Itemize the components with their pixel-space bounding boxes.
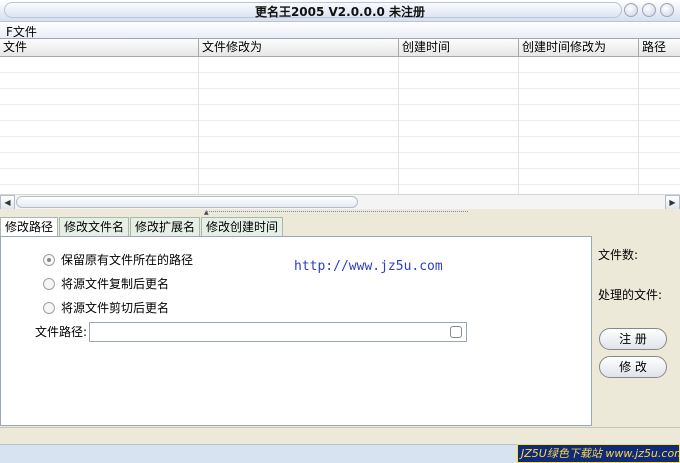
processed-files-label: 处理的文件: — [598, 288, 663, 302]
modify-button[interactable]: 修 改 — [599, 356, 667, 378]
scroll-right-icon[interactable]: ▶ — [665, 195, 680, 210]
tab-modify-created-time[interactable]: 修改创建时间 — [201, 217, 284, 236]
table-header: 文件 文件修改为 创建时间 创建时间修改为 路径 — [0, 39, 680, 57]
column-header-rename-to[interactable]: 文件修改为 — [199, 39, 399, 57]
tab-strip: 修改路径 修改文件名 修改扩展名 修改创建时间 — [0, 217, 284, 236]
watermark-badge: JZ5U绿色下载站 www.jz5u.com — [517, 444, 680, 463]
browse-icon[interactable] — [450, 326, 462, 338]
tab-modify-filename[interactable]: 修改文件名 — [59, 217, 130, 236]
register-button[interactable]: 注 册 — [599, 328, 667, 350]
column-divider — [398, 57, 399, 194]
horizontal-scrollbar[interactable]: ◀ ▶ — [0, 194, 680, 210]
path-options-panel: 保留原有文件所在的路径 将源文件复制后更名 将源文件剪切后更名 http://w… — [0, 236, 592, 426]
radio-button[interactable] — [43, 301, 55, 314]
column-header-created[interactable]: 创建时间 — [399, 39, 519, 57]
menu-bar: F文件 — [0, 22, 680, 39]
column-header-path[interactable]: 路径 — [639, 39, 680, 57]
website-url[interactable]: http://www.jz5u.com — [294, 259, 443, 274]
tab-modify-extension[interactable]: 修改扩展名 — [130, 217, 201, 236]
column-divider — [518, 57, 519, 194]
column-header-created-to[interactable]: 创建时间修改为 — [519, 39, 639, 57]
column-header-file[interactable]: 文件 — [0, 39, 199, 57]
option-cut-rename[interactable]: 将源文件剪切后更名 — [43, 299, 169, 316]
close-button[interactable] — [660, 3, 674, 17]
radio-button[interactable] — [43, 253, 55, 266]
option-label: 保留原有文件所在的路径 — [61, 253, 194, 267]
option-label: 将源文件复制后更名 — [61, 277, 170, 291]
column-divider — [198, 57, 199, 194]
tab-modify-path[interactable]: 修改路径 — [0, 217, 59, 236]
column-divider — [638, 57, 639, 194]
maximize-button[interactable] — [642, 3, 656, 17]
file-table[interactable]: 文件 文件修改为 创建时间 创建时间修改为 路径 — [0, 38, 680, 195]
option-label: 将源文件剪切后更名 — [61, 301, 170, 315]
minimize-button[interactable] — [624, 3, 638, 17]
option-copy-rename[interactable]: 将源文件复制后更名 — [43, 275, 169, 292]
path-label: 文件路径: — [35, 325, 88, 339]
scrollbar-thumb[interactable] — [16, 196, 358, 208]
scroll-left-icon[interactable]: ◀ — [0, 195, 15, 210]
path-field[interactable] — [89, 322, 467, 342]
splitter[interactable]: ▲ — [0, 209, 680, 216]
progress-bar — [0, 427, 680, 444]
option-keep-path[interactable]: 保留原有文件所在的路径 — [43, 251, 193, 268]
splitter-grip[interactable] — [206, 211, 468, 214]
title-bar: 更名王2005 V2.0.0.0 未注册 — [0, 0, 680, 22]
radio-button[interactable] — [43, 277, 55, 290]
file-count-label: 文件数: — [598, 248, 639, 262]
window-title: 更名王2005 V2.0.0.0 未注册 — [254, 5, 426, 19]
table-body[interactable] — [0, 57, 680, 195]
